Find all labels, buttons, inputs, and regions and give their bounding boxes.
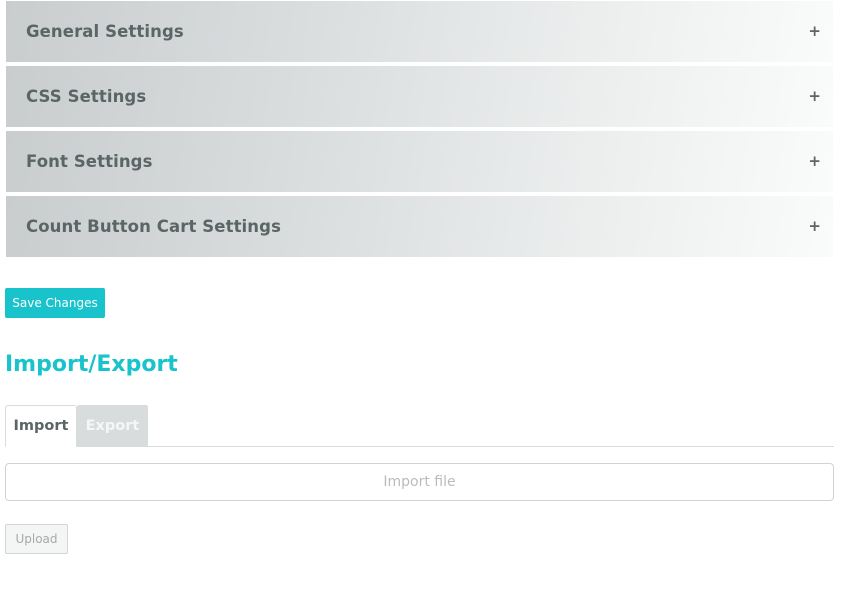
import-file-input[interactable]: [5, 463, 834, 501]
accordion-title: Count Button Cart Settings: [26, 217, 281, 236]
expand-plus-icon[interactable]: +: [808, 24, 821, 39]
accordion-title: Font Settings: [26, 152, 153, 171]
accordion-css-settings[interactable]: CSS Settings +: [6, 66, 833, 127]
accordion-title: General Settings: [26, 22, 184, 41]
import-export-heading: Import/Export: [5, 352, 178, 377]
tab-import[interactable]: Import: [5, 405, 77, 447]
import-export-tabs: Import Export: [5, 405, 834, 447]
accordion-count-button-cart-settings[interactable]: Count Button Cart Settings +: [6, 196, 833, 257]
upload-button[interactable]: Upload: [5, 524, 68, 554]
expand-plus-icon[interactable]: +: [808, 89, 821, 104]
expand-plus-icon[interactable]: +: [808, 219, 821, 234]
accordion-general-settings[interactable]: General Settings +: [6, 1, 833, 62]
accordion-title: CSS Settings: [26, 87, 147, 106]
settings-accordion: General Settings + CSS Settings + Font S…: [6, 1, 833, 261]
expand-plus-icon[interactable]: +: [808, 154, 821, 169]
tab-export[interactable]: Export: [77, 405, 148, 447]
accordion-font-settings[interactable]: Font Settings +: [6, 131, 833, 192]
save-changes-button[interactable]: Save Changes: [5, 288, 105, 318]
